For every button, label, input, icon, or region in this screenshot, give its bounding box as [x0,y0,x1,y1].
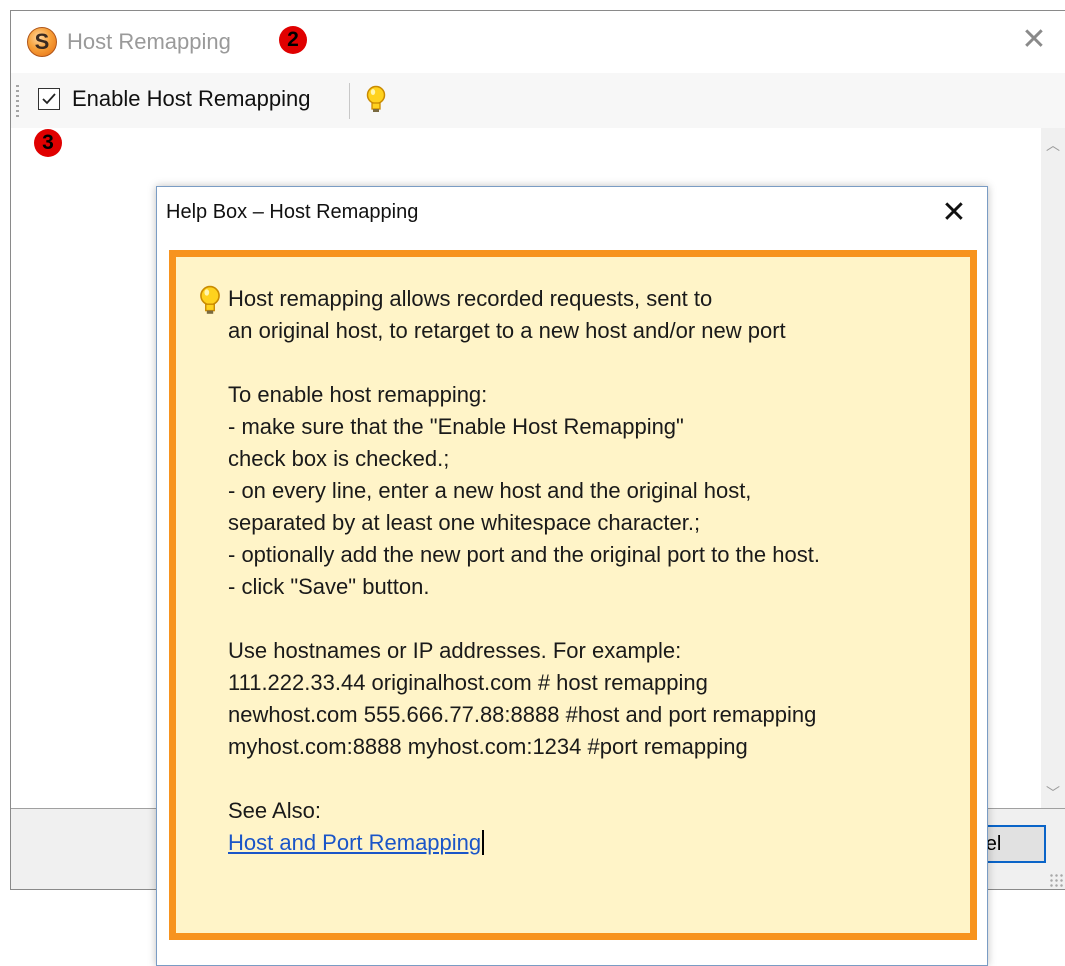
help-close-button[interactable]: ✕ [939,196,969,230]
toolbar: Enable Host Remapping [11,73,1065,129]
help-step-line: - make sure that the "Enable Host Remapp… [228,414,684,439]
checkmark-icon [42,93,56,105]
toolbar-separator [349,83,350,119]
see-also-label: See Also: [228,798,321,823]
vertical-scrollbar[interactable]: ︿ ﹀ [1041,128,1065,808]
window-close-button[interactable]: ✕ [1019,25,1049,55]
scroll-up-icon[interactable]: ︿ [1041,134,1065,156]
help-example-line: Use hostnames or IP addresses. For examp… [228,638,682,663]
help-content-panel: Host remapping allows recorded requests,… [169,250,977,940]
enable-host-remapping-checkbox[interactable] [38,88,60,110]
help-text: Host remapping allows recorded requests,… [228,283,820,859]
app-logo-icon: S [27,27,57,57]
scroll-down-icon[interactable]: ﹀ [1041,782,1065,804]
host-and-port-remapping-link[interactable]: Host and Port Remapping [228,830,485,855]
help-intro-line: Host remapping allows recorded requests,… [228,286,713,311]
window-title: Host Remapping [67,29,231,54]
enable-host-remapping-label[interactable]: Enable Host Remapping [72,86,310,112]
annotation-badge-3: 3 [34,129,62,157]
help-step-line: To enable host remapping: [228,382,488,407]
help-step-line: check box is checked.; [228,446,450,471]
help-example-line: myhost.com:8888 myhost.com:1234 #port re… [228,734,748,759]
help-example-line: 111.222.33.44 originalhost.com # host re… [228,670,708,695]
lightbulb-icon [198,285,222,322]
help-step-line: - on every line, enter a new host and th… [228,478,752,503]
help-box-title: Help Box – Host Remapping [166,201,419,223]
resize-grip-icon[interactable] [1049,873,1063,887]
help-example-line: newhost.com 555.666.77.88:8888 #host and… [228,702,817,727]
toolbar-grip-icon[interactable] [16,85,19,117]
help-intro-line: an original host, to retarget to a new h… [228,318,786,343]
help-box-dialog: Help Box – Host Remapping ✕ Host remappi… [156,186,988,966]
help-step-line: - optionally add the new port and the or… [228,542,820,567]
lightbulb-icon[interactable] [365,85,387,120]
title-bar: S Host Remapping ✕ [11,11,1065,73]
help-step-line: - click "Save" button. [228,574,430,599]
annotation-badge-2: 2 [279,26,307,54]
help-step-line: separated by at least one whitespace cha… [228,510,701,535]
